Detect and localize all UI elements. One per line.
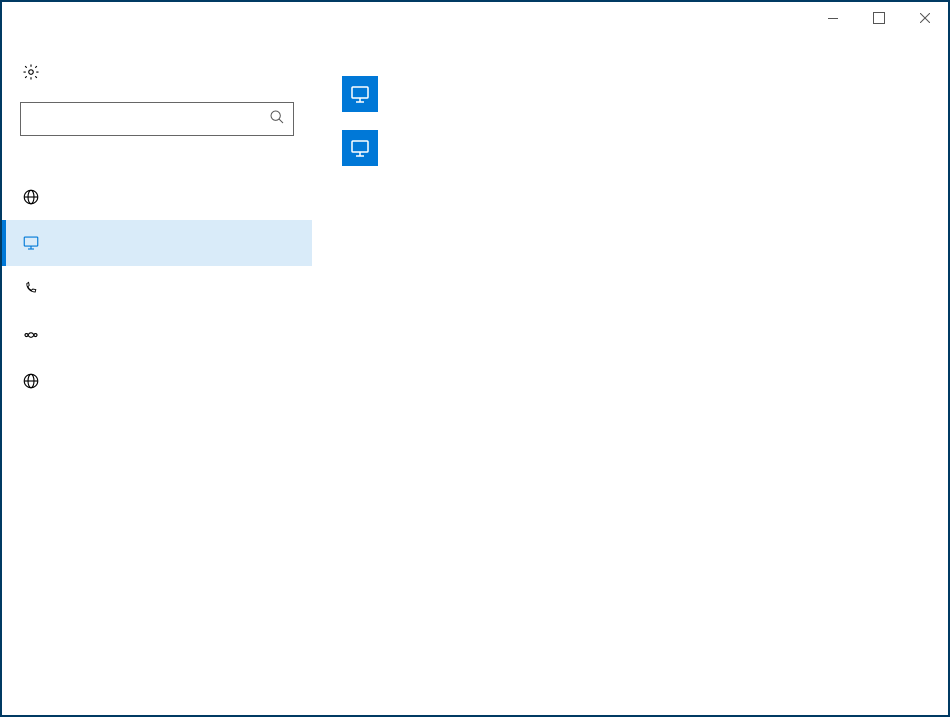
search-icon bbox=[269, 109, 285, 129]
sidebar-item-vpn[interactable] bbox=[2, 312, 312, 358]
network-item[interactable] bbox=[342, 130, 918, 166]
close-button[interactable] bbox=[902, 2, 948, 34]
sidebar-item-dialup[interactable] bbox=[2, 266, 312, 312]
related-links bbox=[342, 206, 918, 306]
globe-icon bbox=[20, 372, 42, 390]
search-input-wrapper[interactable] bbox=[20, 102, 294, 136]
section-title bbox=[2, 160, 312, 174]
monitor-icon bbox=[20, 234, 42, 252]
search-input[interactable] bbox=[31, 111, 269, 128]
globe-icon bbox=[20, 188, 42, 206]
sidebar-item-proxy[interactable] bbox=[2, 358, 312, 404]
sidebar-item-ethernet[interactable] bbox=[2, 220, 312, 266]
gear-icon bbox=[20, 63, 42, 81]
content-pane bbox=[312, 34, 948, 715]
sidebar-navlist bbox=[2, 174, 312, 404]
sidebar-item-status[interactable] bbox=[2, 174, 312, 220]
network-icon bbox=[342, 130, 378, 166]
phone-icon bbox=[20, 280, 42, 298]
minimize-button[interactable] bbox=[810, 2, 856, 34]
network-icon bbox=[342, 76, 378, 112]
lock-icon bbox=[20, 326, 42, 344]
maximize-button[interactable] bbox=[856, 2, 902, 34]
network-item[interactable] bbox=[342, 76, 918, 112]
sidebar bbox=[2, 34, 312, 715]
titlebar bbox=[2, 2, 948, 34]
home-button[interactable] bbox=[2, 52, 312, 92]
